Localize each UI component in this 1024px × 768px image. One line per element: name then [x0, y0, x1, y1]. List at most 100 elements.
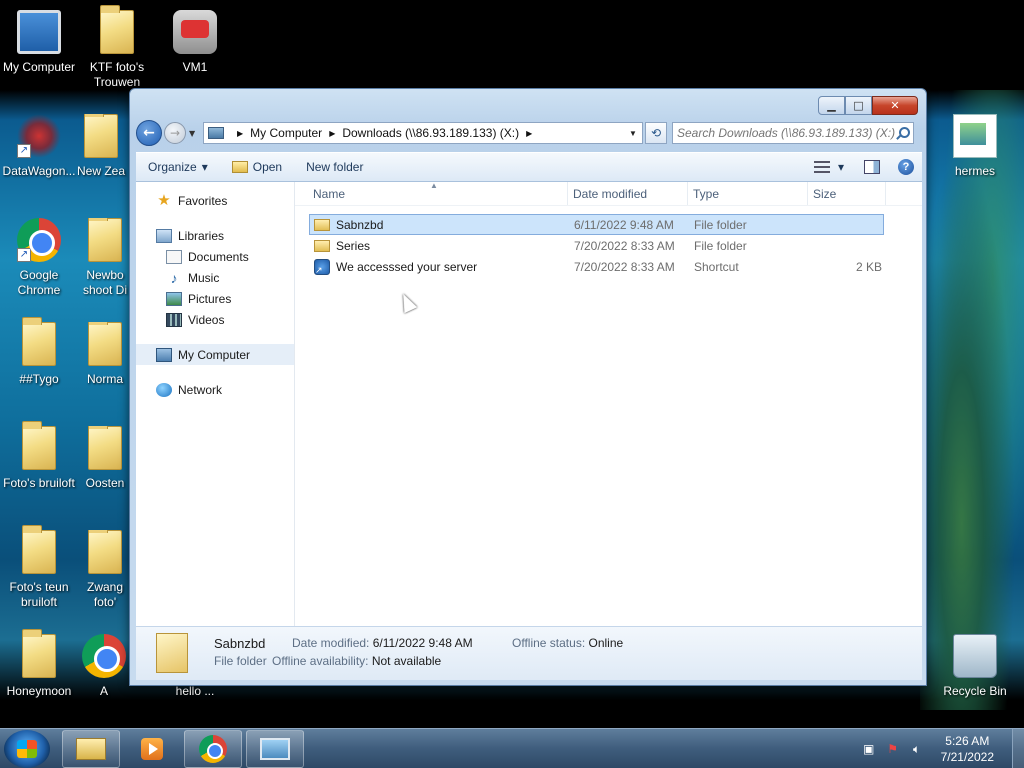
- details-item-type: File folder: [214, 654, 267, 668]
- chevron-down-icon: ▾: [201, 160, 208, 174]
- desktop-icon-label: Foto's bruiloft: [3, 476, 75, 490]
- nav-pictures[interactable]: Pictures: [136, 288, 294, 309]
- desktop-icon-fotos-bruiloft[interactable]: Foto's bruiloft: [0, 421, 78, 491]
- desktop-icon-a[interactable]: A: [78, 634, 130, 699]
- clock[interactable]: 5:26 AM 7/21/2022: [941, 733, 994, 765]
- desktop-wallpaper-reef: [920, 90, 1024, 710]
- organize-button[interactable]: Organize ▾: [136, 153, 220, 181]
- chrome-icon: ↗: [17, 218, 61, 262]
- music-icon: ♪: [170, 269, 178, 286]
- show-desktop-button[interactable]: [1012, 728, 1024, 768]
- help-icon[interactable]: ?: [898, 159, 914, 175]
- folder-icon: [88, 218, 122, 262]
- taskbar-chrome[interactable]: [184, 729, 242, 768]
- desktop-icon-google-chrome[interactable]: ↗ Google Chrome: [0, 218, 78, 298]
- nav-my-computer-label: My Computer: [178, 347, 251, 362]
- minimize-button[interactable]: ▁: [818, 96, 845, 115]
- action-center-flag-icon[interactable]: ⚑: [886, 742, 900, 756]
- taskbar-windows-explorer[interactable]: [62, 729, 120, 768]
- refresh-button[interactable]: ⟲: [645, 122, 667, 144]
- nav-my-computer[interactable]: My Computer: [136, 344, 294, 365]
- nav-videos[interactable]: Videos: [136, 309, 294, 330]
- folder-icon: [84, 114, 118, 158]
- desktop-icon-label: Newbo shoot Di: [82, 268, 128, 297]
- desktop-icon-label: hermes: [954, 164, 995, 178]
- open-button[interactable]: Open: [220, 153, 294, 181]
- desktop-icon-norma[interactable]: Norma: [80, 322, 130, 387]
- file-name-cell: Sabnzbd: [310, 218, 574, 232]
- nav-favorites-label: Favorites: [178, 193, 228, 208]
- volume-icon[interactable]: 🔈︎: [910, 742, 924, 756]
- clock-date: 7/21/2022: [940, 749, 994, 764]
- shortcut-arrow-icon: ↗: [17, 248, 31, 262]
- column-header-size[interactable]: Size: [808, 182, 886, 205]
- new-folder-button[interactable]: New folder: [294, 153, 375, 181]
- breadcrumb-separator[interactable]: ▶: [526, 129, 532, 138]
- navigation-bar: ← → ▼ ▶ My Computer ▶ Downloads (\\86.93…: [136, 120, 922, 146]
- forward-button[interactable]: →: [164, 122, 186, 144]
- close-button[interactable]: ✕: [872, 96, 918, 115]
- search-icon[interactable]: [895, 126, 910, 140]
- details-date-label: Date modified:: [292, 636, 370, 650]
- nav-documents[interactable]: Documents: [136, 246, 294, 267]
- desktop-icon-tygo[interactable]: ##Tygo: [0, 317, 78, 387]
- nav-videos-label: Videos: [188, 312, 225, 327]
- desktop-icon-label: New Zea: [76, 164, 126, 178]
- new-folder-label: New folder: [306, 160, 364, 174]
- desktop-icon-new-zea[interactable]: New Zea: [72, 114, 130, 179]
- folder-icon: [156, 633, 188, 673]
- recycle-bin-icon: [953, 634, 997, 678]
- desktop-icon-hermes[interactable]: hermes: [936, 114, 1014, 179]
- folder-icon: [100, 5, 134, 54]
- desktop-icon-oosten[interactable]: Oosten: [80, 426, 130, 491]
- windows-explorer-icon: [76, 737, 106, 760]
- open-folder-icon: [231, 161, 248, 173]
- nav-network-label: Network: [178, 382, 223, 397]
- taskbar-media-player[interactable]: [124, 730, 180, 768]
- back-button[interactable]: ←: [136, 120, 162, 146]
- file-date: 7/20/2022 8:33 AM: [574, 238, 675, 253]
- details-date-modified: Date modified: 6/11/2022 9:48 AM: [292, 636, 473, 650]
- nav-network[interactable]: Network: [136, 379, 294, 400]
- desktop-icon-honeymoon[interactable]: Honeymoon: [0, 629, 78, 699]
- breadcrumb-separator[interactable]: ▶: [329, 129, 335, 138]
- network-tray-icon[interactable]: ▣: [862, 742, 876, 756]
- column-header-type[interactable]: Type: [688, 182, 808, 205]
- nav-music[interactable]: ♪ Music: [136, 267, 294, 288]
- file-row-series[interactable]: Series 7/20/2022 8:33 AM File folder: [309, 235, 884, 256]
- picture-viewer-icon: [260, 737, 290, 760]
- explorer-content: ★ Favorites Libraries Documents ♪ Music …: [136, 181, 922, 626]
- file-row-we-accesssed-your-server[interactable]: We accesssed your server 7/20/2022 8:33 …: [309, 256, 884, 277]
- file-row-sabnzbd[interactable]: Sabnzbd 6/11/2022 9:48 AM File folder: [309, 214, 884, 235]
- breadcrumb-separator[interactable]: ▶: [237, 129, 243, 138]
- desktop-icon-vm1[interactable]: VM1: [156, 10, 234, 75]
- recent-pages-dropdown[interactable]: ▼: [189, 129, 199, 138]
- desktop-icon-fotos-teun-bruiloft[interactable]: Foto's teun bruiloft: [0, 525, 78, 610]
- desktop-icon-datawagon[interactable]: ↗ DataWagon...: [0, 114, 78, 179]
- desktop-icon-label: Recycle Bin: [943, 684, 1007, 698]
- views-icon[interactable]: [813, 161, 830, 173]
- desktop-icon-ktf-fotos[interactable]: KTF foto's Trouwen: [78, 5, 156, 90]
- details-item-name: Sabnzbd: [214, 636, 266, 651]
- navigation-pane: ★ Favorites Libraries Documents ♪ Music …: [136, 182, 295, 626]
- taskbar-picture-viewer[interactable]: [246, 729, 304, 768]
- desktop-icon-my-computer[interactable]: My Computer: [0, 10, 78, 75]
- breadcrumb-my-computer[interactable]: My Computer: [250, 126, 322, 140]
- address-bar[interactable]: ▶ My Computer ▶ Downloads (\\86.93.189.1…: [203, 122, 643, 144]
- start-button[interactable]: [4, 729, 50, 768]
- column-header-date[interactable]: Date modified: [568, 182, 688, 205]
- breadcrumb-downloads[interactable]: Downloads (\\86.93.189.133) (X:): [342, 126, 519, 140]
- nav-favorites[interactable]: ★ Favorites: [136, 190, 294, 211]
- chevron-down-icon[interactable]: ▾: [838, 160, 844, 174]
- search-input[interactable]: [677, 126, 895, 140]
- desktop-icon-label: Honeymoon: [6, 684, 72, 698]
- folder-icon: [22, 421, 56, 470]
- nav-libraries[interactable]: Libraries: [136, 225, 294, 246]
- preview-pane-icon[interactable]: [864, 160, 880, 174]
- desktop-icon-newborn-shoot[interactable]: Newbo shoot Di: [80, 218, 130, 298]
- desktop-icon-recycle-bin[interactable]: Recycle Bin: [936, 634, 1014, 699]
- desktop-icon-zwang-foto[interactable]: Zwang foto': [80, 530, 130, 610]
- address-dropdown-button[interactable]: ▼: [624, 129, 642, 138]
- maximize-button[interactable]: □: [845, 96, 872, 115]
- folder-icon: [88, 530, 122, 574]
